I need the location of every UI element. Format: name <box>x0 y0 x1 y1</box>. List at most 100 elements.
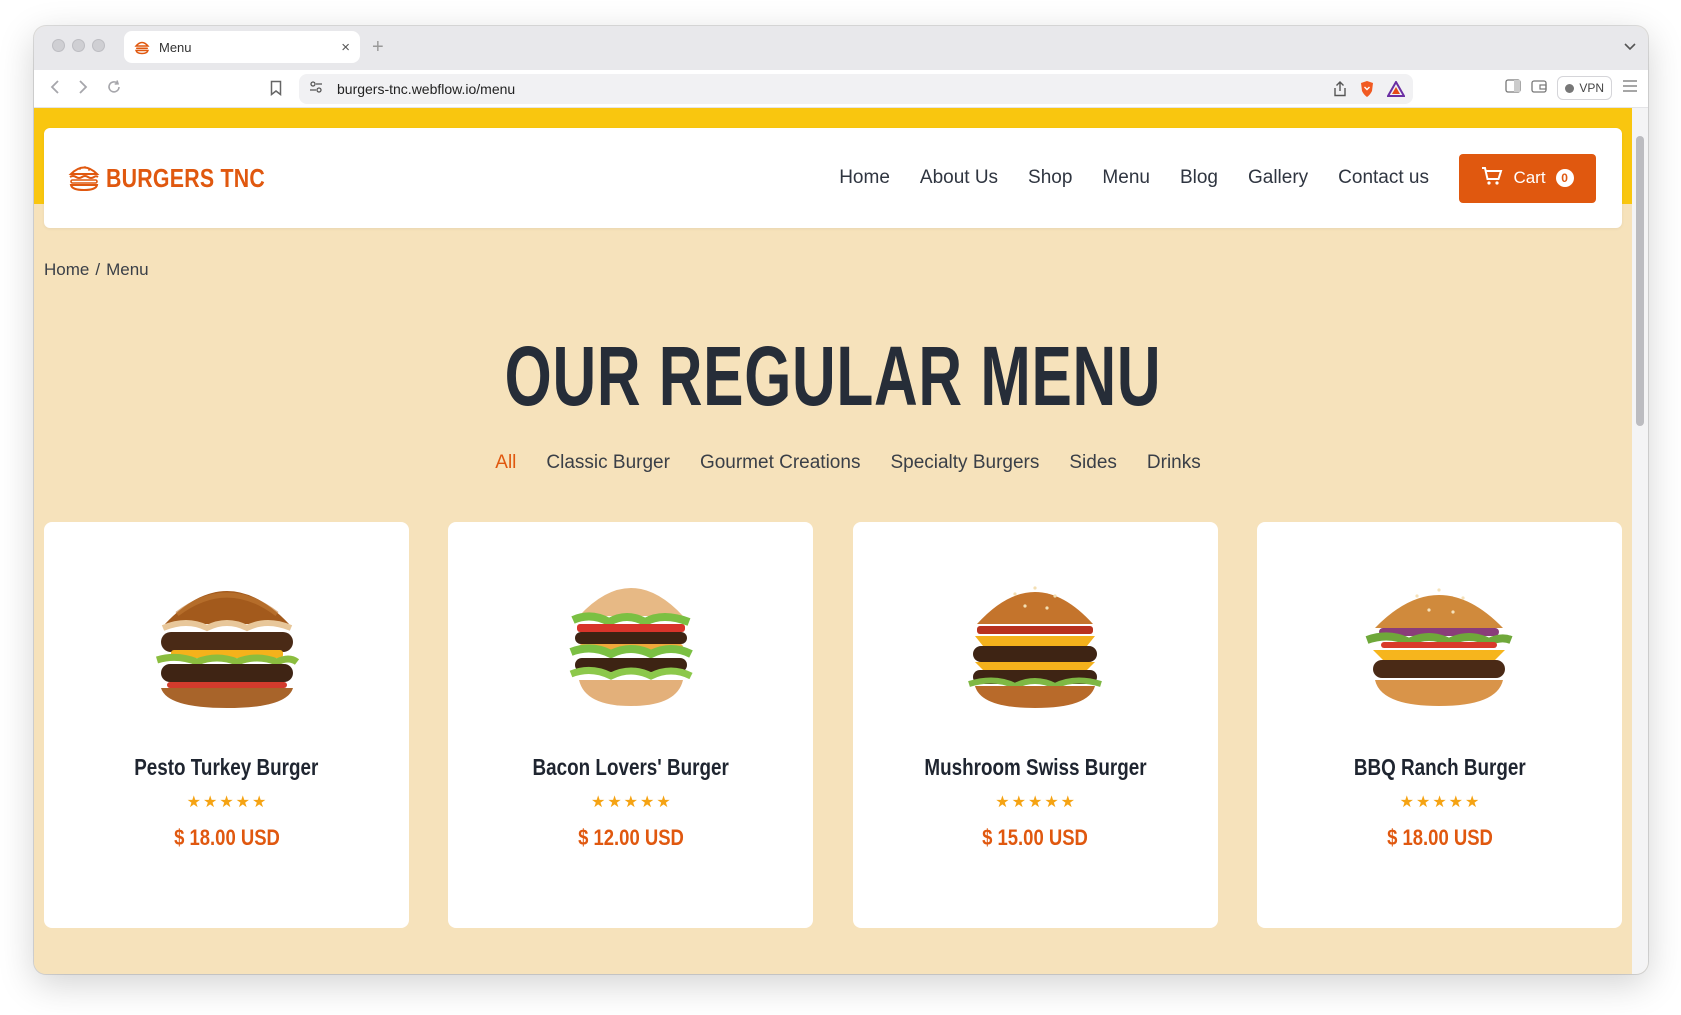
cart-button[interactable]: Cart 0 <box>1459 153 1596 203</box>
filter-sides[interactable]: Sides <box>1069 452 1117 474</box>
menu-icon[interactable] <box>1622 79 1638 97</box>
star-icon: ★ <box>640 794 655 811</box>
product-price-text: $ 12.00 USD <box>577 825 684 850</box>
breadcrumb: Home / Menu <box>44 260 149 280</box>
scrollbar-thumb[interactable] <box>1636 136 1644 426</box>
filter-gourmet-creations[interactable]: Gourmet Creations <box>700 452 861 474</box>
star-icon: ★ <box>235 794 251 811</box>
star-icon: ★ <box>607 794 622 811</box>
share-icon[interactable] <box>1333 81 1347 102</box>
product-grid: Pesto Turkey Burger ★ ★ ★ ★ ★ $ 18.00 USD <box>44 522 1622 928</box>
new-tab-button[interactable]: + <box>372 35 384 59</box>
nav-gallery[interactable]: Gallery <box>1248 167 1308 189</box>
star-icon: ★ <box>995 794 1010 811</box>
star-icon: ★ <box>1432 794 1447 811</box>
filter-classic-burger[interactable]: Classic Burger <box>546 452 670 474</box>
product-name: Pesto Turkey Burger <box>114 754 339 781</box>
brand-logo[interactable]: BURGERS TNC <box>68 160 300 197</box>
product-card[interactable]: Bacon Lovers' Burger ★ ★ ★ ★ ★ $ 12.00 USD <box>448 522 814 928</box>
product-name-text: Mushroom Swiss Burger <box>924 754 1147 780</box>
browser-window: Menu × + burgers-tnc.webflow.io/menu VPN… <box>34 26 1648 974</box>
brand-name: BURGERS TNC <box>106 162 266 193</box>
star-icon: ★ <box>1415 794 1431 811</box>
page-content: BURGERS TNC Home About Us Shop Menu Blog… <box>34 108 1632 974</box>
rating-stars: ★ ★ ★ ★ ★ <box>1400 795 1480 811</box>
product-image <box>155 591 299 708</box>
main-nav: Home About Us Shop Menu Blog Gallery Con… <box>839 167 1429 189</box>
nav-blog[interactable]: Blog <box>1180 167 1218 189</box>
product-price: $ 15.00 USD <box>972 825 1098 851</box>
breadcrumb-home[interactable]: Home <box>44 260 89 280</box>
nav-about-us[interactable]: About Us <box>920 167 998 189</box>
star-icon: ★ <box>219 794 234 811</box>
cart-count-badge: 0 <box>1555 169 1574 187</box>
page-title: OUR REGULAR MENU <box>34 334 1632 418</box>
address-bar[interactable]: burgers-tnc.webflow.io/menu <box>299 74 1413 104</box>
product-name-text: Pesto Turkey Burger <box>134 754 319 780</box>
product-image <box>569 588 693 706</box>
back-icon[interactable] <box>50 79 60 99</box>
star-icon: ★ <box>186 794 201 811</box>
site-settings-icon[interactable] <box>309 80 323 99</box>
filter-specialty-burgers[interactable]: Specialty Burgers <box>890 452 1039 474</box>
site-navbar: BURGERS TNC Home About Us Shop Menu Blog… <box>44 128 1622 228</box>
burger-logo-icon <box>68 160 100 197</box>
wallet-icon[interactable] <box>1531 79 1547 98</box>
product-card[interactable]: Mushroom Swiss Burger ★ ★ ★ ★ ★ $ 15.00 USD <box>852 522 1218 928</box>
star-icon: ★ <box>252 794 267 811</box>
nav-menu[interactable]: Menu <box>1102 167 1150 189</box>
cart-icon <box>1481 166 1503 191</box>
star-icon: ★ <box>623 794 638 811</box>
product-name-text: BBQ Ranch Burger <box>1353 754 1526 780</box>
rating-stars: ★ ★ ★ ★ ★ <box>591 795 671 811</box>
product-price-text: $ 18.00 USD <box>173 825 280 850</box>
bookmark-icon[interactable] <box>270 80 282 101</box>
rating-stars: ★ ★ ★ ★ ★ <box>995 795 1075 811</box>
star-icon: ★ <box>1060 794 1076 811</box>
product-name: Mushroom Swiss Burger <box>900 754 1171 781</box>
brave-rewards-icon[interactable] <box>1386 79 1406 102</box>
close-tab-icon[interactable]: × <box>341 40 350 55</box>
star-icon: ★ <box>1448 794 1463 811</box>
breadcrumb-current: Menu <box>106 260 149 279</box>
product-name: Bacon Lovers' Burger <box>511 754 750 781</box>
close-window-button[interactable] <box>52 39 65 52</box>
tab-bar: Menu × + <box>34 26 1648 70</box>
product-price: $ 18.00 USD <box>164 825 290 851</box>
nav-home[interactable]: Home <box>839 167 890 189</box>
vpn-label: VPN <box>1579 81 1604 95</box>
reload-icon[interactable] <box>106 79 122 99</box>
burger-favicon-icon <box>134 39 150 55</box>
nav-contact-us[interactable]: Contact us <box>1338 167 1429 189</box>
filter-all[interactable]: All <box>495 452 516 474</box>
filter-drinks[interactable]: Drinks <box>1147 452 1201 474</box>
vpn-status-icon <box>1565 83 1575 93</box>
product-name: BBQ Ranch Burger <box>1335 754 1545 781</box>
rating-stars: ★ ★ ★ ★ ★ <box>187 795 267 811</box>
tab-title: Menu <box>159 39 192 55</box>
product-card[interactable]: BBQ Ranch Burger ★ ★ ★ ★ ★ $ 18.00 USD <box>1256 522 1622 928</box>
star-icon: ★ <box>1465 794 1480 811</box>
product-price: $ 18.00 USD <box>1377 825 1503 851</box>
product-card[interactable]: Pesto Turkey Burger ★ ★ ★ ★ ★ $ 18.00 USD <box>44 522 409 928</box>
brave-shields-icon[interactable] <box>1359 80 1375 103</box>
cart-label: Cart <box>1513 168 1546 187</box>
star-icon: ★ <box>1027 794 1043 811</box>
star-icon: ★ <box>1011 794 1026 811</box>
product-price: $ 12.00 USD <box>568 825 694 851</box>
maximize-window-button[interactable] <box>92 39 105 52</box>
star-icon: ★ <box>1044 794 1059 811</box>
minimize-window-button[interactable] <box>72 39 85 52</box>
product-image <box>968 586 1103 708</box>
star-icon: ★ <box>202 794 218 811</box>
tab-menu[interactable]: Menu × <box>124 31 360 63</box>
star-icon: ★ <box>590 794 606 811</box>
category-filters: All Classic Burger Gourmet Creations Spe… <box>34 452 1632 474</box>
nav-shop[interactable]: Shop <box>1028 167 1072 189</box>
sidebar-icon[interactable] <box>1505 78 1521 98</box>
forward-icon[interactable] <box>78 79 88 99</box>
vpn-button[interactable]: VPN <box>1557 76 1612 100</box>
chevron-down-icon[interactable] <box>1624 38 1636 54</box>
product-price-text: $ 15.00 USD <box>982 825 1089 850</box>
star-icon: ★ <box>1399 794 1414 811</box>
